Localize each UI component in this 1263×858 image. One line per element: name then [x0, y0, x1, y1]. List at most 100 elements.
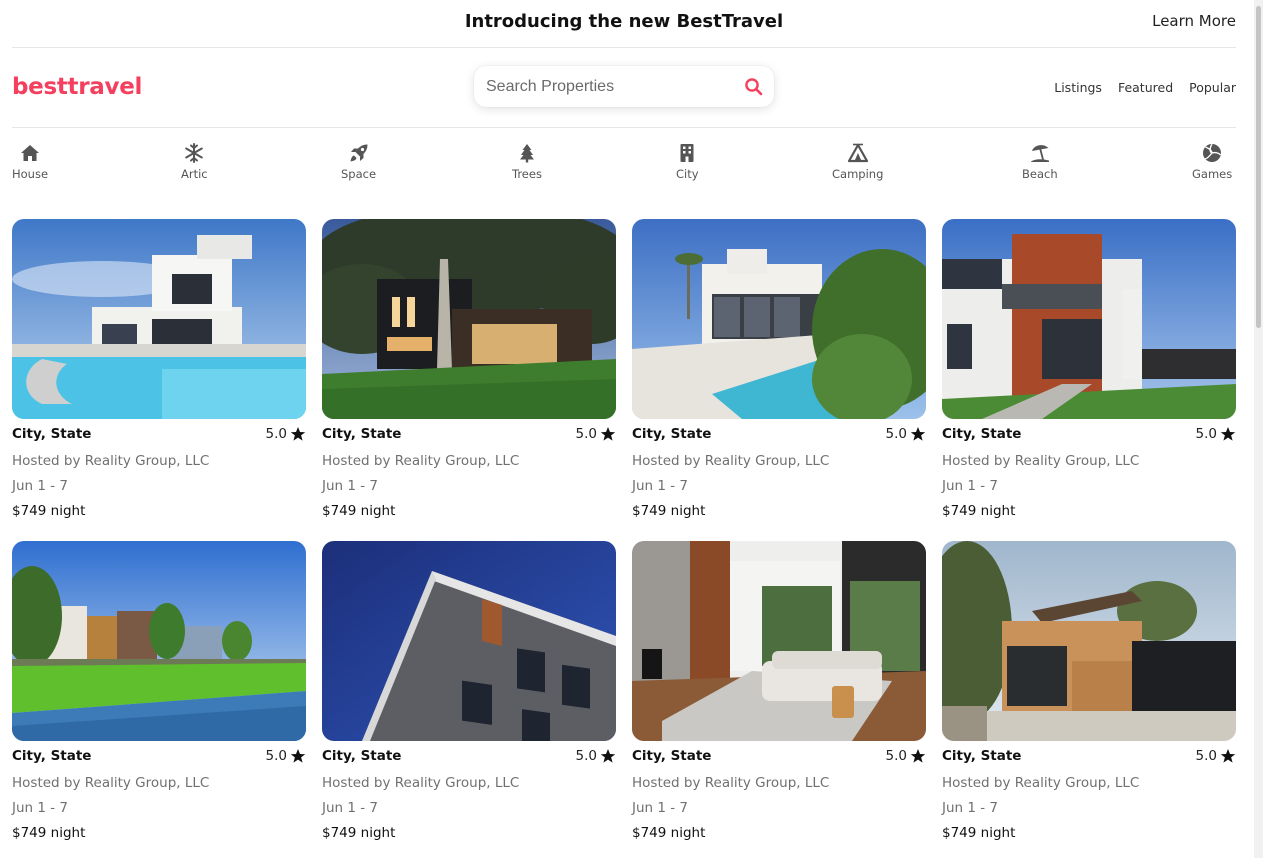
listing-photo[interactable]	[12, 541, 306, 741]
volleyball-icon	[1203, 143, 1222, 162]
listing-host: Hosted by Reality Group, LLC	[322, 453, 520, 469]
listing-card[interactable]: City, State 5.0 Hosted by Reality Group,…	[322, 541, 616, 847]
category-label: Beach	[1022, 167, 1058, 181]
header: besttravel Listings Featured Popular	[12, 48, 1236, 128]
listing-dates: Jun 1 - 7	[12, 478, 69, 494]
listing-card[interactable]: City, State 5.0 Hosted by Reality Group,…	[632, 219, 926, 525]
listing-photo[interactable]	[12, 219, 306, 419]
star-icon	[290, 427, 306, 441]
listing-photo[interactable]	[322, 541, 616, 741]
nav-listings[interactable]: Listings	[1054, 80, 1102, 95]
category-camping[interactable]: Camping	[832, 142, 883, 181]
rating-value: 5.0	[265, 426, 287, 442]
category-label: Trees	[512, 167, 542, 181]
star-icon	[1220, 749, 1236, 763]
star-icon	[290, 749, 306, 763]
rating-value: 5.0	[575, 748, 597, 764]
category-trees[interactable]: Trees	[512, 142, 542, 181]
nav-featured[interactable]: Featured	[1118, 80, 1173, 95]
listing-card[interactable]: City, State 5.0 Hosted by Reality Group,…	[632, 541, 926, 847]
logo[interactable]: besttravel	[12, 74, 142, 100]
tent-icon	[847, 143, 868, 163]
listing-location: City, State	[12, 426, 92, 442]
listing-rating: 5.0	[1196, 748, 1236, 764]
category-space[interactable]: Space	[341, 142, 376, 181]
listing-price: $749 night	[632, 825, 706, 841]
listing-card[interactable]: City, State 5.0 Hosted by Reality Group,…	[322, 219, 616, 525]
category-label: House	[12, 167, 49, 181]
category-label: Artic	[181, 167, 208, 181]
category-bar: House Artic Space Trees City Camping Bea…	[12, 142, 1236, 192]
listing-location: City, State	[632, 748, 712, 764]
listing-host: Hosted by Reality Group, LLC	[942, 453, 1140, 469]
rating-value: 5.0	[1195, 748, 1217, 764]
main-nav: Listings Featured Popular	[1054, 80, 1236, 95]
listing-card[interactable]: City, State 5.0 Hosted by Reality Group,…	[12, 219, 306, 525]
star-icon	[1220, 427, 1236, 441]
vertical-scrollbar[interactable]	[1254, 0, 1263, 858]
listing-price: $749 night	[12, 503, 86, 519]
announcement-title: Introducing the new BestTravel	[464, 11, 784, 32]
search-icon[interactable]	[744, 77, 764, 97]
rating-value: 5.0	[885, 426, 907, 442]
category-artic[interactable]: Artic	[181, 142, 208, 181]
star-icon	[600, 427, 616, 441]
listing-location: City, State	[942, 426, 1022, 442]
rating-value: 5.0	[265, 748, 287, 764]
listing-rating: 5.0	[886, 426, 926, 442]
listing-location: City, State	[322, 426, 402, 442]
listing-price: $749 night	[632, 503, 706, 519]
listing-rating: 5.0	[576, 426, 616, 442]
listing-location: City, State	[942, 748, 1022, 764]
listing-dates: Jun 1 - 7	[322, 478, 379, 494]
listing-host: Hosted by Reality Group, LLC	[942, 775, 1140, 791]
category-house[interactable]: House	[12, 142, 48, 181]
listing-price: $749 night	[12, 825, 86, 841]
search-input[interactable]	[486, 66, 736, 107]
listing-card[interactable]: City, State 5.0 Hosted by Reality Group,…	[942, 541, 1236, 847]
category-beach[interactable]: Beach	[1022, 142, 1058, 181]
listing-price: $749 night	[322, 503, 396, 519]
umbrella-beach-icon	[1030, 145, 1049, 162]
listing-dates: Jun 1 - 7	[632, 800, 689, 816]
snowflake-icon	[185, 143, 204, 163]
nav-popular[interactable]: Popular	[1189, 80, 1236, 95]
listing-card[interactable]: City, State 5.0 Hosted by Reality Group,…	[942, 219, 1236, 525]
listing-photo[interactable]	[632, 219, 926, 419]
star-icon	[910, 427, 926, 441]
listing-location: City, State	[322, 748, 402, 764]
listing-dates: Jun 1 - 7	[942, 800, 999, 816]
listing-host: Hosted by Reality Group, LLC	[322, 775, 520, 791]
listing-card[interactable]: City, State 5.0 Hosted by Reality Group,…	[12, 541, 306, 847]
search-bar	[474, 66, 774, 107]
star-icon	[910, 749, 926, 763]
listing-photo[interactable]	[632, 541, 926, 741]
rating-value: 5.0	[575, 426, 597, 442]
category-label: Camping	[832, 167, 884, 181]
learn-more-link[interactable]: Learn More	[1152, 12, 1236, 30]
star-icon	[600, 749, 616, 763]
rocket-icon	[350, 144, 368, 162]
category-city[interactable]: City	[676, 142, 699, 181]
rating-value: 5.0	[885, 748, 907, 764]
scrollbar-thumb[interactable]	[1256, 6, 1261, 328]
listing-photo[interactable]	[942, 541, 1236, 741]
listing-host: Hosted by Reality Group, LLC	[12, 775, 210, 791]
listing-host: Hosted by Reality Group, LLC	[12, 453, 210, 469]
rating-value: 5.0	[1195, 426, 1217, 442]
category-label: Games	[1192, 167, 1233, 181]
listing-host: Hosted by Reality Group, LLC	[632, 453, 830, 469]
listing-dates: Jun 1 - 7	[322, 800, 379, 816]
listing-photo[interactable]	[322, 219, 616, 419]
listing-location: City, State	[12, 748, 92, 764]
announcement-bar: Introducing the new BestTravel Learn Mor…	[12, 0, 1236, 48]
category-label: City	[676, 167, 699, 181]
listing-location: City, State	[632, 426, 712, 442]
listing-price: $749 night	[322, 825, 396, 841]
building-icon	[680, 144, 694, 162]
listing-photo[interactable]	[942, 219, 1236, 419]
category-label: Space	[341, 167, 377, 181]
category-games[interactable]: Games	[1192, 142, 1232, 181]
listing-price: $749 night	[942, 825, 1016, 841]
listing-dates: Jun 1 - 7	[632, 478, 689, 494]
